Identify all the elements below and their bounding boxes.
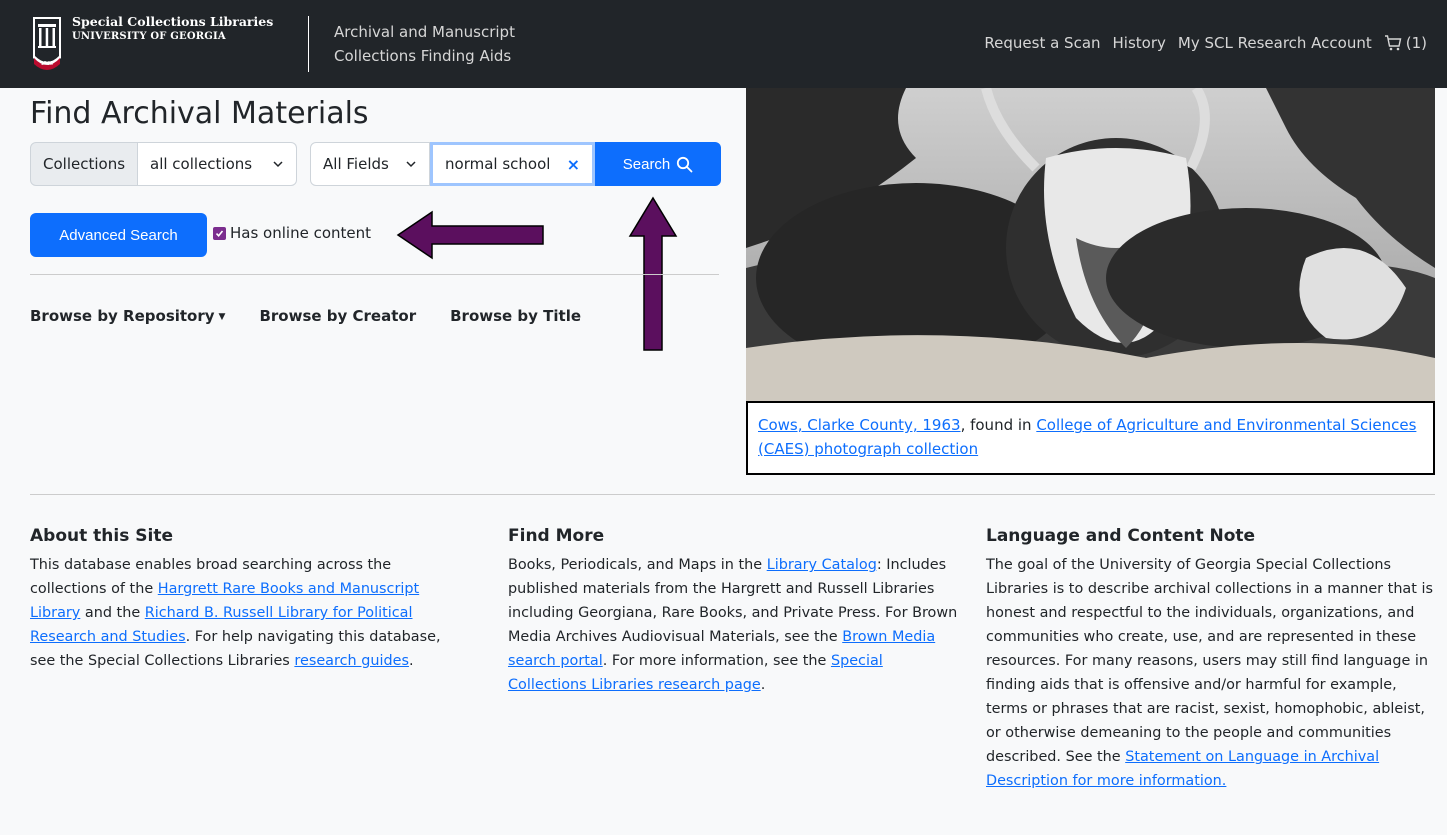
top-nav: Request a Scan History My SCL Research A…: [984, 34, 1427, 52]
header-divider: [308, 16, 309, 72]
top-navbar: 1785 Special Collections Libraries UNIVE…: [0, 0, 1447, 88]
language-heading: Language and Content Note: [986, 526, 1256, 546]
about-heading: About this Site: [30, 526, 173, 546]
find-more-text-4: .: [760, 677, 766, 693]
chevron-down-icon: [406, 161, 416, 168]
search-icon: [677, 156, 693, 172]
nav-cart[interactable]: (1): [1384, 34, 1427, 52]
find-more-section: Find More Books, Periodicals, and Maps i…: [508, 525, 963, 697]
site-title-line2: Collections Finding Aids: [334, 47, 512, 65]
arch-icon: 1785: [30, 14, 64, 74]
caret-down-icon: ▼: [218, 311, 226, 322]
chevron-down-icon: [273, 161, 283, 168]
search-input[interactable]: normal school ×: [430, 142, 596, 186]
browse-title-link[interactable]: Browse by Title: [450, 307, 581, 325]
photo-link[interactable]: Cows, Clarke County, 1963: [758, 416, 961, 434]
online-content-checkbox[interactable]: [213, 226, 226, 240]
collections-select[interactable]: all collections: [138, 142, 298, 186]
browse-nav: Browse by Repository ▼ Browse by Creator …: [30, 307, 581, 325]
advanced-search-button[interactable]: Advanced Search: [30, 213, 207, 257]
clear-icon[interactable]: ×: [567, 155, 580, 174]
search-input-value: normal school: [445, 155, 551, 173]
search-button[interactable]: Search: [595, 142, 722, 186]
about-text-4: .: [408, 653, 414, 669]
collections-label: Collections: [30, 142, 139, 186]
language-text-1: The goal of the University of Georgia Sp…: [986, 557, 1433, 765]
feature-photo: [746, 88, 1435, 401]
find-more-text-1: Books, Periodicals, and Maps in the: [508, 557, 767, 573]
browse-repository-dropdown[interactable]: Browse by Repository ▼: [30, 307, 225, 325]
language-text: The goal of the University of Georgia Sp…: [986, 553, 1436, 793]
about-section: About this Site This database enables br…: [30, 525, 470, 673]
photo-caption: Cows, Clarke County, 1963, found in Coll…: [746, 401, 1435, 475]
library-catalog-link[interactable]: Library Catalog: [767, 557, 877, 573]
cart-count: (1): [1405, 34, 1427, 52]
site-title-line1: Archival and Manuscript: [334, 23, 515, 41]
page-title: Find Archival Materials: [30, 96, 369, 131]
logo-line2: UNIVERSITY OF GEORGIA: [72, 31, 226, 42]
fields-select[interactable]: All Fields: [310, 142, 431, 186]
find-more-text-3: . For more information, see the: [602, 653, 831, 669]
arrow-left-annotation: [396, 210, 544, 260]
logo-text: Special Collections Libraries UNIVERSITY…: [72, 14, 273, 44]
nav-history[interactable]: History: [1113, 34, 1166, 52]
fields-select-value: All Fields: [323, 155, 389, 173]
caption-found-in: , found in: [960, 416, 1037, 434]
browse-creator-link[interactable]: Browse by Creator: [259, 307, 416, 325]
checkmark-icon: [215, 229, 224, 237]
uga-logo[interactable]: 1785 Special Collections Libraries UNIVE…: [30, 14, 273, 74]
cows-photo-image: [746, 88, 1435, 401]
find-more-text: Books, Periodicals, and Maps in the Libr…: [508, 553, 963, 697]
online-content-filter[interactable]: Has online content: [213, 224, 371, 242]
about-text: This database enables broad searching ac…: [30, 553, 470, 673]
research-guides-link[interactable]: research guides: [294, 653, 409, 669]
language-note-section: Language and Content Note The goal of th…: [986, 525, 1436, 793]
online-content-label: Has online content: [230, 224, 372, 242]
browse-repository-label: Browse by Repository: [30, 307, 215, 325]
divider: [30, 274, 719, 275]
svg-text:1785: 1785: [41, 61, 54, 67]
site-title[interactable]: Archival and Manuscript Collections Find…: [334, 20, 515, 68]
search-form: Collections all collections All Fields n…: [30, 142, 722, 186]
collection-link-line1: College of Agriculture and Environmental…: [1036, 416, 1417, 434]
collection-link-line2: (CAES) photograph collection: [758, 440, 979, 458]
nav-account[interactable]: My SCL Research Account: [1178, 34, 1372, 52]
divider: [30, 494, 1435, 495]
nav-request-scan[interactable]: Request a Scan: [984, 34, 1100, 52]
cart-icon: [1384, 35, 1402, 51]
collections-select-value: all collections: [150, 155, 253, 173]
about-text-2: and the: [80, 605, 145, 621]
find-more-heading: Find More: [508, 526, 605, 546]
logo-line1: Special Collections Libraries: [72, 14, 274, 29]
search-button-label: Search: [622, 155, 671, 173]
